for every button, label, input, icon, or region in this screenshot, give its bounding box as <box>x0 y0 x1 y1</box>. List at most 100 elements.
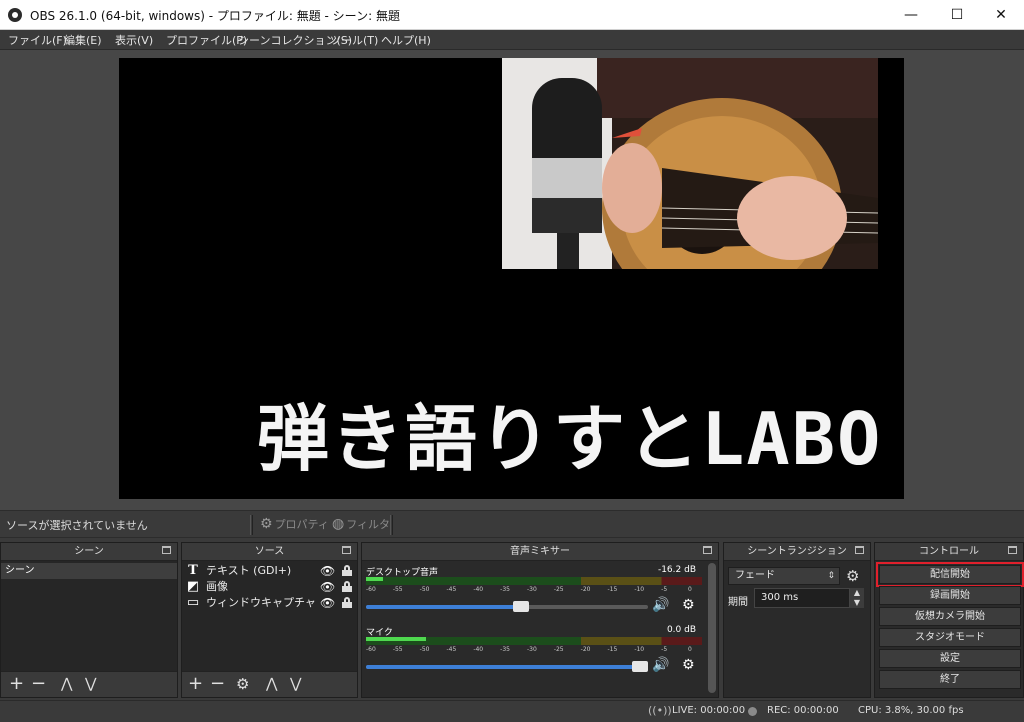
controls-title: コントロール <box>919 546 979 557</box>
controls-dock: コントロール 配信開始 録画開始 仮想カメラ開始 スタジオモード 設定 終了 <box>874 542 1024 698</box>
exit-button[interactable]: 終了 <box>879 670 1021 689</box>
undock-icon[interactable] <box>703 546 712 554</box>
record-dot-icon <box>748 707 757 716</box>
obs-logo-icon <box>8 8 22 22</box>
broadcast-icon: ((•)) <box>648 704 672 717</box>
meter-ticks: -60 -55 -50 -45 -40 -35 -30 -25 -20 -15 -10 -5 0 <box>366 646 702 656</box>
eye-icon[interactable]: 👁 <box>320 595 335 611</box>
lock-icon[interactable] <box>342 565 352 576</box>
meter-tick-label: -55 <box>392 586 403 593</box>
settings-button[interactable]: 設定 <box>879 649 1021 668</box>
slider-handle[interactable] <box>513 601 530 612</box>
window-source-icon: ▭ <box>186 595 200 610</box>
volume-slider-mic[interactable] <box>366 661 648 672</box>
meter-tick-label: 0 <box>688 646 692 653</box>
meter-tick-label: -25 <box>553 646 564 653</box>
start-recording-button[interactable]: 録画開始 <box>879 586 1021 605</box>
move-up-icon[interactable]: ⋀ <box>61 674 72 694</box>
sources-list: T テキスト (GDI+) 👁 ◩ 画像 👁 ▭ ウィンドウキャプチャ 👁 <box>182 561 357 671</box>
audio-mixer-dock: 音声ミキサー デスクトップ音声 -16.2 dB -60 -55 -50 -45 -40… <box>361 542 719 698</box>
move-up-icon[interactable]: ⋀ <box>266 674 277 694</box>
meter-tick-label: -50 <box>419 646 430 653</box>
lock-icon[interactable] <box>342 597 352 608</box>
title-bar: OBS 26.1.0 (64-bit, windows) - プロファイル: 無… <box>0 0 1024 30</box>
source-item-image[interactable]: ◩ 画像 👁 <box>182 579 357 595</box>
lock-icon[interactable] <box>342 581 352 592</box>
scene-item[interactable]: シーン <box>1 563 177 579</box>
slider-handle[interactable] <box>631 661 648 672</box>
close-button[interactable]: ✕ <box>978 0 1024 30</box>
labo-text-source[interactable]: 弾き語りすとLABO <box>257 380 882 485</box>
add-source-icon[interactable]: + <box>188 674 203 694</box>
preview-canvas[interactable]: 弾き語りすとLABO <box>119 58 904 499</box>
meter-level <box>366 577 383 581</box>
menu-profile[interactable]: プロファイル(P) <box>166 32 247 48</box>
meter-tick-label: -60 <box>366 646 376 653</box>
maximize-button[interactable]: ☐ <box>934 0 980 30</box>
meter-tick-label: 0 <box>688 586 692 593</box>
transitions-dock: シーントランジション フェード ⇕ ⚙ 期間 300 ms ▲ ▼ <box>723 542 871 698</box>
source-toolbar: ソースが選択されていません ⚙ プロパティ ◍ フィルタ <box>0 510 1024 538</box>
source-properties-icon[interactable]: ⚙ <box>236 674 249 694</box>
menu-file[interactable]: ファイル(F) <box>8 32 67 48</box>
studio-mode-button[interactable]: スタジオモード <box>879 628 1021 647</box>
speaker-icon[interactable]: 🔊 <box>652 597 669 613</box>
duration-input[interactable]: 300 ms <box>754 588 850 608</box>
obs-window: OBS 26.1.0 (64-bit, windows) - プロファイル: 無… <box>0 0 1024 722</box>
minimize-button[interactable]: — <box>888 0 934 30</box>
gear-icon[interactable]: ⚙ <box>682 657 695 673</box>
rec-timer: REC: 00:00:00 <box>767 705 839 716</box>
sources-dock: ソース T テキスト (GDI+) 👁 ◩ 画像 👁 ▭ ウィンドウキャプチャ … <box>181 542 358 698</box>
meter-tick-label: -5 <box>661 646 668 653</box>
gear-icon[interactable]: ⚙ <box>682 597 695 613</box>
transition-selected: フェード <box>735 570 775 581</box>
meter-tick-label: -25 <box>553 586 564 593</box>
gear-icon[interactable]: ⚙ <box>846 567 859 585</box>
toolbar-separator <box>250 515 253 535</box>
move-down-icon[interactable]: ⋁ <box>85 674 96 694</box>
add-scene-icon[interactable]: + <box>9 674 24 694</box>
move-down-icon[interactable]: ⋁ <box>290 674 301 694</box>
meter-tick-label: -45 <box>446 586 457 593</box>
scenes-header: シーン <box>1 543 177 561</box>
remove-scene-icon[interactable]: − <box>31 674 46 694</box>
mixer-scrollbar[interactable] <box>708 563 716 693</box>
meter-ticks: -60 -55 -50 -45 -40 -35 -30 -25 -20 -15 -10 -5 0 <box>366 586 702 596</box>
properties-button[interactable]: ⚙ プロパティ <box>260 516 329 532</box>
transition-select[interactable]: フェード ⇕ <box>728 567 840 585</box>
menu-help[interactable]: ヘルプ(H) <box>381 32 431 48</box>
undock-icon[interactable] <box>1008 546 1017 554</box>
eye-icon[interactable]: 👁 <box>320 579 335 595</box>
undock-icon[interactable] <box>162 546 171 554</box>
menu-tools[interactable]: ツール(T) <box>330 32 378 48</box>
scenes-footer: + − ⋀ ⋁ <box>1 671 177 697</box>
duration-label: 期間 <box>728 597 748 608</box>
undock-icon[interactable] <box>342 546 351 554</box>
filters-button[interactable]: ◍ フィルタ <box>332 516 390 532</box>
source-item-text[interactable]: T テキスト (GDI+) 👁 <box>182 563 357 579</box>
menu-view[interactable]: 表示(V) <box>115 32 153 48</box>
volume-slider-desktop[interactable] <box>366 601 648 612</box>
start-virtual-camera-button[interactable]: 仮想カメラ開始 <box>879 607 1021 626</box>
menu-bar: ファイル(F) 編集(E) 表示(V) プロファイル(P) シーンコレクション(… <box>0 30 1024 50</box>
meter-tick-label: -35 <box>500 646 510 653</box>
remove-source-icon[interactable]: − <box>210 674 225 694</box>
source-label: 画像 <box>206 580 228 593</box>
meter-tick-label: -20 <box>580 586 591 593</box>
source-label: テキスト (GDI+) <box>206 564 292 577</box>
spin-down-icon[interactable]: ▼ <box>850 598 864 608</box>
menu-edit[interactable]: 編集(E) <box>64 32 102 48</box>
meter-tick-label: -50 <box>419 586 430 593</box>
meter-tick-label: -30 <box>527 586 537 593</box>
filter-icon: ◍ <box>332 516 345 532</box>
start-streaming-button[interactable]: 配信開始 <box>876 562 1024 587</box>
source-item-window-capture[interactable]: ▭ ウィンドウキャプチャ 👁 <box>182 595 357 611</box>
live-timer: LIVE: 00:00:00 <box>672 705 746 716</box>
spin-up-icon[interactable]: ▲ <box>850 588 864 598</box>
speaker-icon[interactable]: 🔊 <box>652 657 669 673</box>
eye-icon[interactable]: 👁 <box>320 563 335 579</box>
channel-db-mic: 0.0 dB <box>666 625 696 635</box>
guitar-image-source[interactable] <box>502 58 878 269</box>
undock-icon[interactable] <box>855 546 864 554</box>
meter-tick-label: -40 <box>473 586 484 593</box>
